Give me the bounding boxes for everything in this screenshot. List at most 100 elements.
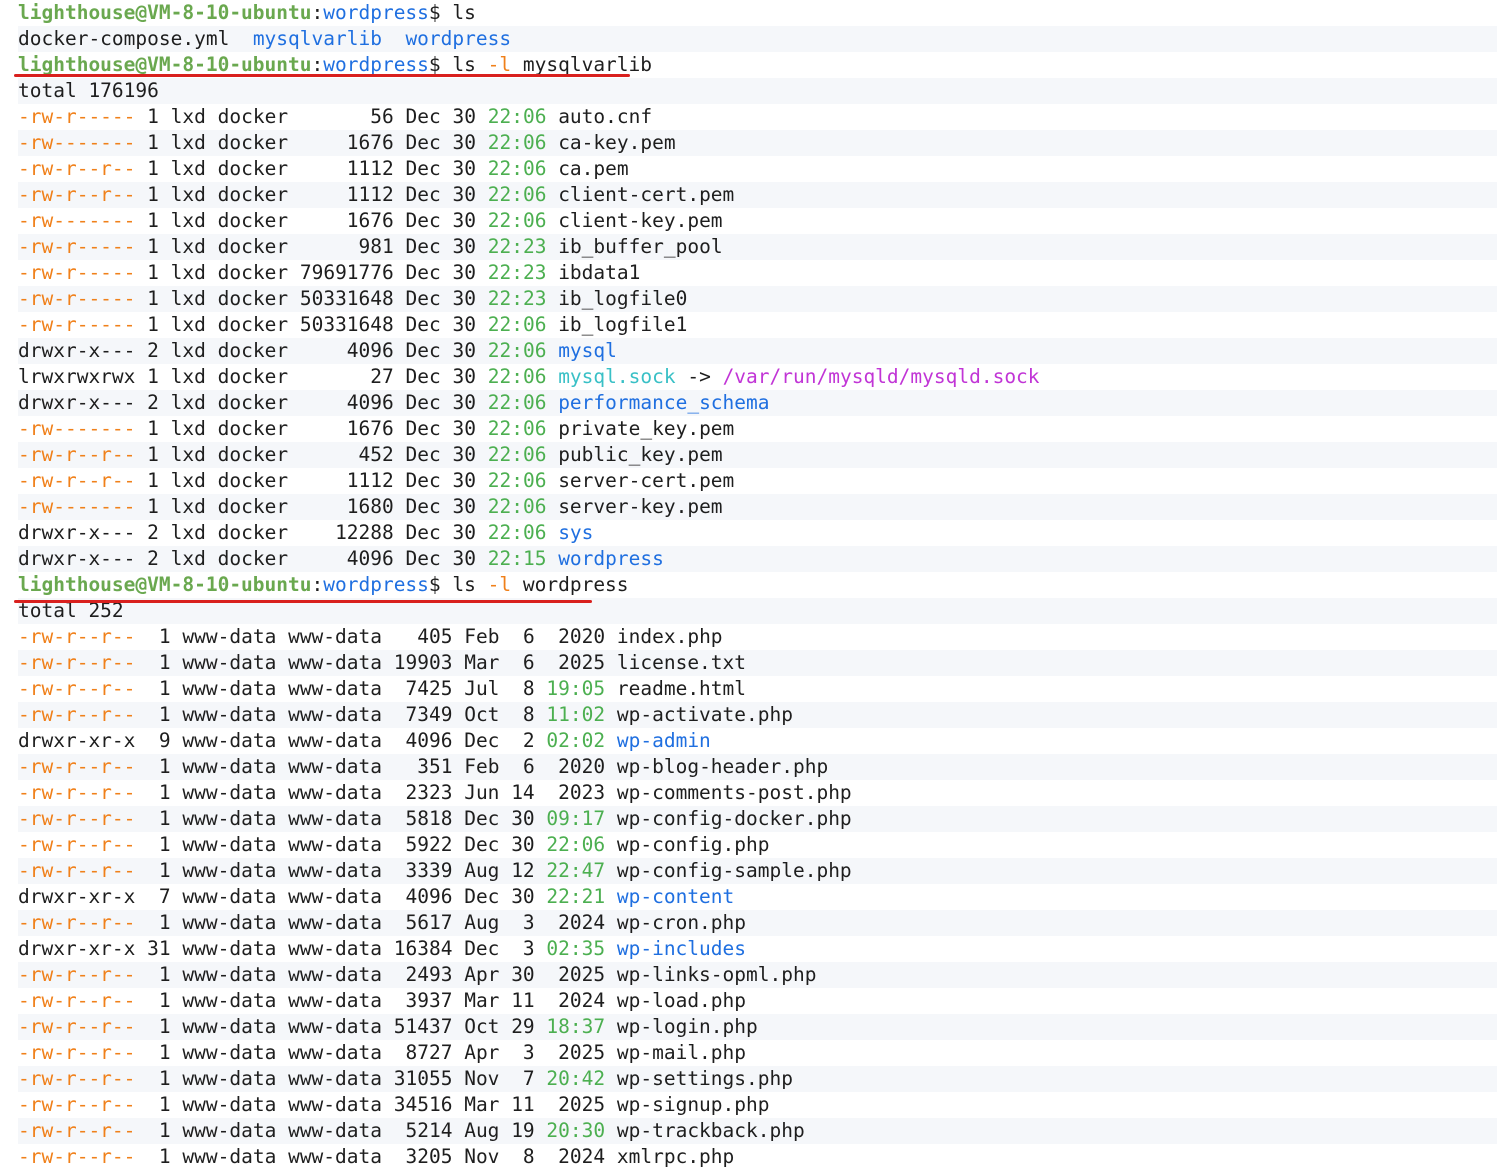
file-name[interactable]: client-cert.pem [558,183,734,206]
directory-name[interactable]: sys [558,521,593,544]
owner: www-data [182,755,277,778]
file-name[interactable]: wp-login.php [617,1015,758,1038]
file-size: 50331648 [299,313,394,336]
file-name[interactable]: wp-activate.php [617,703,793,726]
file-name[interactable]: wp-load.php [617,989,746,1012]
group: docker [217,105,289,128]
listing-row: -rw-r--r-- 1 lxd docker 1112 Dec 30 22:0… [18,156,1497,182]
file-name[interactable]: server-key.pem [558,495,722,518]
prompt-path: wordpress [323,1,429,24]
link-count: 1 [158,963,171,986]
file-name[interactable]: server-cert.pem [558,469,734,492]
file-name[interactable]: wp-config.php [617,833,770,856]
permissions: -rw-r--r-- [18,703,136,726]
file-name[interactable]: docker-compose.yml [18,27,229,50]
month: Dec [405,261,441,284]
listing-row: drwxr-x--- 2 lxd docker 4096 Dec 30 22:0… [18,390,1497,416]
link-count: 1 [158,833,171,856]
directory-name[interactable]: wp-includes [617,937,746,960]
permissions: -rw-r--r-- [18,989,136,1012]
file-name[interactable]: readme.html [617,677,746,700]
month: Dec [405,209,441,232]
file-name[interactable]: wp-config-docker.php [617,807,852,830]
file-name[interactable]: wp-links-opml.php [617,963,817,986]
command-arg: mysqlvarlib [522,53,653,76]
link-count: 1 [158,651,171,674]
file-name[interactable]: ib_buffer_pool [558,235,722,258]
group: docker [217,417,289,440]
month: Dec [405,443,441,466]
terminal-output[interactable]: lighthouse@VM-8-10-ubuntu:wordpress$ ls d… [18,0,1497,1170]
file-name[interactable]: wp-mail.php [617,1041,746,1064]
month: Oct [464,1015,500,1038]
file-name[interactable]: ca-key.pem [558,131,675,154]
file-name[interactable]: wp-cron.php [617,911,746,934]
directory-name[interactable]: mysql [558,339,617,362]
permissions: -rw-r--r-- [18,443,136,466]
file-name[interactable]: public_key.pem [558,443,722,466]
group: www-data [288,807,382,830]
file-size: 5617 [405,911,453,934]
permissions: -rw-r----- [18,261,136,284]
directory-name[interactable]: wp-admin [617,729,711,752]
group: www-data [288,911,382,934]
month: Jun [464,781,500,804]
prompt-path: wordpress [323,573,429,596]
file-name[interactable]: wp-settings.php [617,1067,793,1090]
file-name[interactable]: ibdata1 [558,261,640,284]
owner: lxd [170,157,206,180]
link-count: 1 [147,157,159,180]
group: docker [217,183,289,206]
day: 30 [452,235,476,258]
month: Apr [464,963,500,986]
month: Feb [464,755,500,778]
file-name[interactable]: wp-config-sample.php [617,859,852,882]
month: Dec [405,417,441,440]
symlink-name[interactable]: mysql.sock [558,365,675,388]
owner: www-data [182,729,277,752]
month: Dec [405,391,441,414]
file-name[interactable]: ib_logfile0 [558,287,687,310]
day: 30 [452,417,476,440]
directory-name[interactable]: wordpress [558,547,664,570]
file-name[interactable]: ca.pem [558,157,628,180]
directory-name[interactable]: performance_schema [558,391,769,414]
prompt-line: lighthouse@VM-8-10-ubuntu:wordpress$ ls [18,0,1497,26]
day: 30 [452,209,476,232]
file-name[interactable]: ib_logfile1 [558,313,687,336]
directory-name[interactable]: wp-content [617,885,734,908]
directory-name[interactable]: wordpress [405,27,511,50]
month: Dec [405,469,441,492]
file-name[interactable]: wp-trackback.php [617,1119,805,1142]
file-name[interactable]: wp-signup.php [617,1093,770,1116]
directory-name[interactable]: mysqlvarlib [253,27,382,50]
prompt-user: lighthouse@VM-8-10-ubuntu [18,573,312,596]
permissions: -rw------- [18,209,136,232]
month: Dec [464,833,500,856]
file-name[interactable]: client-key.pem [558,209,722,232]
group: www-data [288,677,382,700]
owner: lxd [170,313,206,336]
file-name[interactable]: wp-comments-post.php [617,781,852,804]
group: docker [217,261,289,284]
file-name[interactable]: auto.cnf [558,105,652,128]
file-name[interactable]: xmlrpc.php [617,1145,734,1168]
owner: www-data [182,807,277,830]
owner: www-data [182,703,277,726]
permissions: -rw-r--r-- [18,157,136,180]
group: docker [217,521,289,544]
time-or-year: 2025 [558,651,606,674]
time-or-year: 22:06 [487,417,547,440]
owner: www-data [182,625,277,648]
link-count: 2 [147,391,159,414]
time-or-year: 20:42 [546,1067,606,1090]
file-name[interactable]: index.php [617,625,723,648]
month: Oct [464,703,500,726]
group: docker [217,157,289,180]
file-name[interactable]: license.txt [617,651,746,674]
permissions: -rw-r--r-- [18,1119,136,1142]
listing-row: drwxr-x--- 2 lxd docker 4096 Dec 30 22:1… [18,546,1497,572]
file-name[interactable]: wp-blog-header.php [617,755,828,778]
listing-row: -rw-r--r-- 1 www-data www-data 19903 Mar… [18,650,1497,676]
file-name[interactable]: private_key.pem [558,417,734,440]
